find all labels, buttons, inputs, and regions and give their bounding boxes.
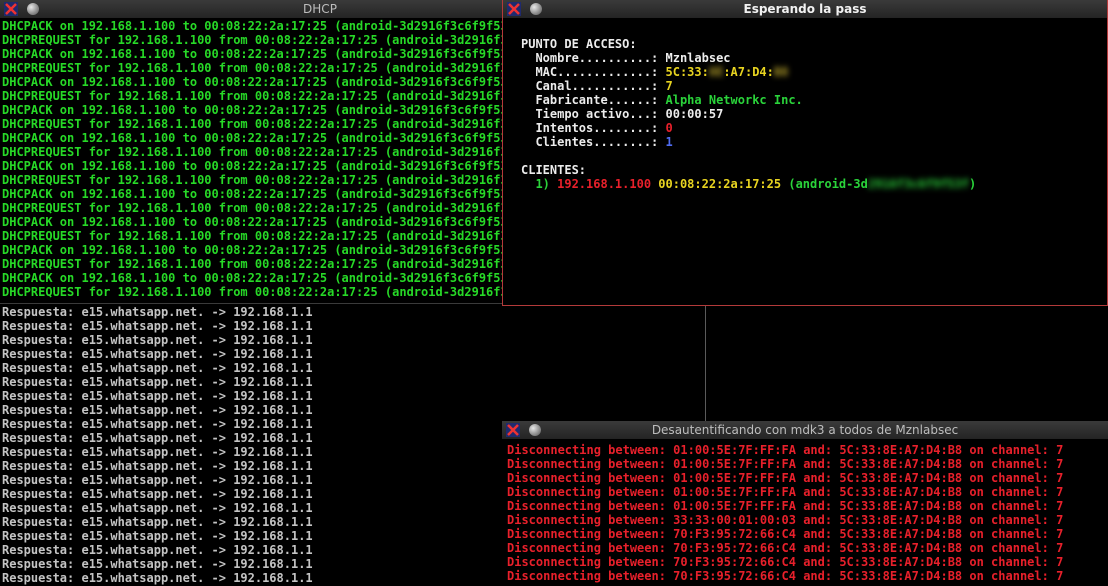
dns-line: Respuesta: e15.whatsapp.net. -> 192.168.… (2, 389, 313, 403)
redacted-mac-octet: 8E (708, 65, 724, 79)
ap-mac-row: MAC.............: 5C:33:8E:A7:D4:B8 (521, 65, 789, 79)
dns-line: Respuesta: e15.whatsapp.net. -> 192.168.… (2, 347, 313, 361)
window-divider (705, 306, 706, 422)
deauth-line: Disconnecting between: 70:F3:95:72:66:C4… (507, 541, 1064, 555)
client-mac: 00:08:22:2a:17:25 (658, 177, 782, 191)
ap-name-value: Mznlabsec (665, 51, 731, 65)
dns-line: Respuesta: e15.whatsapp.net. -> 192.168.… (2, 375, 313, 389)
redacted-hostname: 2916f3c6f9f53f (867, 177, 969, 191)
access-point-status-window[interactable]: Esperando la pass PUNTO DE ACCESO: Nombr… (502, 0, 1108, 306)
ap-vendor-row: Fabricante......: Alpha Networkc Inc. (521, 93, 803, 107)
deauth-line: Disconnecting between: 01:00:5E:7F:FF:FA… (507, 471, 1064, 485)
client-ip: 192.168.1.100 (557, 177, 652, 191)
access-point-header: PUNTO DE ACCESO: (521, 37, 637, 51)
ap-vendor-value: Alpha Networkc Inc. (665, 93, 803, 107)
clients-count-row: Clientes........: 1 (521, 135, 673, 149)
deauth-line: Disconnecting between: 01:00:5E:7F:FF:FA… (507, 443, 1064, 457)
client-index: 1) (521, 177, 558, 191)
client-row: 1) 192.168.1.100 00:08:22:2a:17:25 (andr… (521, 177, 977, 191)
deauth-line: Disconnecting between: 33:33:00:01:00:03… (507, 513, 1064, 527)
dns-line: Respuesta: e15.whatsapp.net. -> 192.168.… (2, 403, 313, 417)
deauth-line: Disconnecting between: 01:00:5E:7F:FF:FA… (507, 457, 1064, 471)
mdk3-terminal-output: Disconnecting between: 01:00:5E:7F:FF:FA… (502, 443, 1108, 586)
uptime-row: Tiempo activo...: 00:00:57 (521, 107, 724, 121)
deauth-line: Disconnecting between: 70:F3:95:72:66:C4… (507, 555, 1064, 569)
ap-channel-row: Canal...........: 7 (521, 79, 673, 93)
attempts-row: Intentos........: 0 (521, 121, 673, 135)
dns-line: Respuesta: e15.whatsapp.net. -> 192.168.… (2, 333, 313, 347)
mdk3-deauth-window[interactable]: Desautentificando con mdk3 a todos de Mz… (502, 421, 1108, 586)
ap-channel-value: 7 (665, 79, 673, 93)
window-title: Esperando la pass (743, 2, 867, 16)
client-hostname: (android-3d (788, 177, 868, 191)
ap-mac-value: 5C:33: (665, 65, 709, 79)
deauth-line: Disconnecting between: 70:F3:95:72:66:C4… (507, 569, 1064, 583)
status-titlebar[interactable]: Esperando la pass (503, 0, 1107, 19)
dns-line: Respuesta: e15.whatsapp.net. -> 192.168.… (2, 361, 313, 375)
ap-name-row: Nombre..........: Mznlabsec (521, 51, 731, 65)
uptime-value: 00:00:57 (665, 107, 724, 121)
deauth-line: Disconnecting between: 01:00:5E:7F:FF:FA… (507, 499, 1064, 513)
clients-header: CLIENTES: (521, 163, 587, 177)
window-title: Desautentificando con mdk3 a todos de Mz… (651, 423, 959, 437)
attempts-value: 0 (665, 121, 673, 135)
deauth-line: Disconnecting between: 70:F3:95:72:66:C4… (507, 527, 1064, 541)
clients-count-value: 1 (665, 135, 673, 149)
dns-line: Respuesta: e15.whatsapp.net. -> 192.168.… (2, 305, 313, 319)
deauth-line: Disconnecting between: 01:00:5E:7F:FF:FA… (507, 485, 1064, 499)
mdk3-titlebar[interactable]: Desautentificando con mdk3 a todos de Mz… (502, 421, 1108, 440)
status-output: PUNTO DE ACCESO: Nombre..........: Mznla… (503, 19, 1107, 305)
dns-line: Respuesta: e15.whatsapp.net. -> 192.168.… (2, 319, 313, 333)
redacted-mac-octet: B8 (773, 65, 789, 79)
